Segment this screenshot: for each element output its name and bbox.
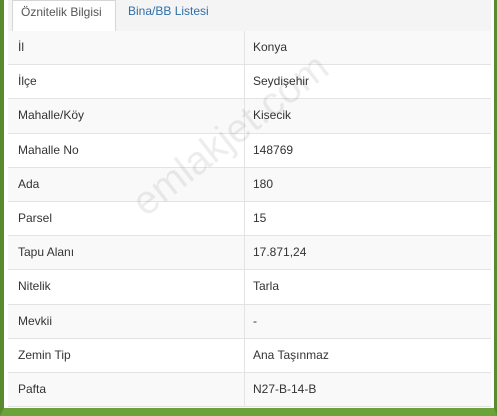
row-label: İl [18, 40, 24, 54]
row-label: Mevkii [18, 313, 53, 328]
row-label: Pafta [18, 381, 47, 396]
row-value: Kisecik [253, 108, 292, 123]
row-value: Konya [253, 40, 288, 54]
table-row: Pafta N27-B-14-B [8, 372, 491, 408]
row-value: 180 [253, 176, 274, 191]
row-label: Nitelik [18, 279, 51, 294]
row-label: Zemin Tip [18, 347, 71, 362]
row-label: Mahalle/Köy [18, 108, 85, 123]
table-row: Parsel 15 [8, 201, 491, 237]
table-row: İlçe Seydişehir [8, 65, 491, 100]
row-value: Tarla [253, 279, 280, 294]
table-row: Nitelik Tarla [8, 270, 491, 305]
tab-oznitelik-bilgisi[interactable]: Öznitelik Bilgisi [12, 0, 116, 32]
row-value: N27-B-14-B [253, 381, 317, 396]
panel-frame: Öznitelik Bilgisi Bina/BB Listesi İl Kon… [0, 0, 497, 416]
row-label: İlçe [18, 74, 37, 89]
table-row: Mahalle/Köy Kisecik [8, 99, 491, 134]
table-row: İl Konya [8, 31, 491, 66]
row-label: Tapu Alanı [18, 245, 75, 260]
row-label: Ada [18, 176, 40, 191]
tab-bar: Öznitelik Bilgisi Bina/BB Listesi [8, 0, 491, 32]
row-value: 15 [253, 210, 267, 225]
attribute-table: İl Konya İlçe Seydişehir Mahalle/Köy Kis… [8, 31, 491, 408]
row-value: 148769 [253, 142, 294, 157]
table-row: Zemin Tip Ana Taşınmaz [8, 338, 491, 373]
table-row: Ada 180 [8, 167, 491, 202]
table-row: Tapu Alanı 17.871,24 [8, 236, 491, 271]
table-row: Mahalle No 148769 [8, 133, 491, 168]
row-value: Ana Taşınmaz [253, 347, 329, 362]
row-label: Mahalle No [18, 142, 79, 157]
row-value: - [253, 313, 257, 328]
row-value: Seydişehir [253, 74, 310, 89]
row-label: Parsel [18, 210, 53, 225]
row-value: 17.871,24 [253, 245, 307, 260]
tab-bina-bb-listesi[interactable]: Bina/BB Listesi [120, 0, 217, 31]
table-row: Mevkii - [8, 304, 491, 339]
